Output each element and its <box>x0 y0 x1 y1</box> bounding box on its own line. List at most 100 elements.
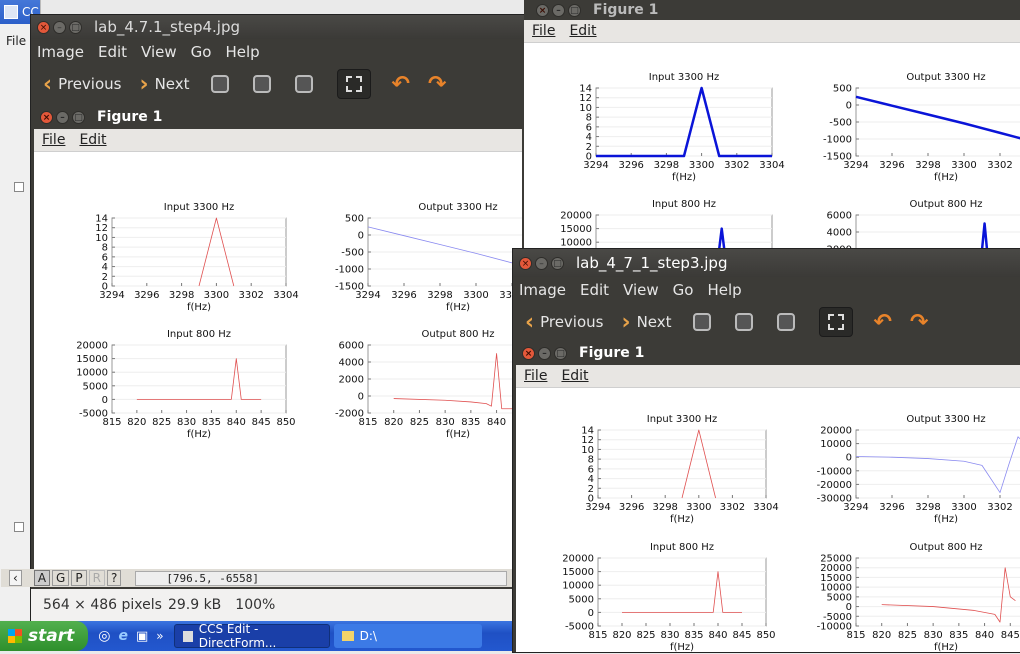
tree-collapse-icon[interactable] <box>14 182 24 192</box>
maximize-icon[interactable]: □ <box>551 256 564 270</box>
zoom-normal-icon[interactable] <box>294 75 313 93</box>
y-tick-label: 4000 <box>339 358 364 369</box>
menu-go[interactable]: Go <box>191 43 212 61</box>
figure-window-controls: × – □ <box>40 110 85 124</box>
x-tick-label: 830 <box>924 630 943 641</box>
close-icon[interactable]: × <box>536 3 549 17</box>
close-icon[interactable]: × <box>519 256 532 270</box>
y-tick-label: -10000 <box>817 466 852 477</box>
minimize-icon[interactable]: – <box>53 20 66 34</box>
taskbar-item-ccs-label: CCS Edit - DirectForm... <box>198 622 277 650</box>
scroll-left-icon[interactable]: ‹ <box>9 570 22 586</box>
taskbar-item-drive[interactable]: D:\ <box>333 624 482 648</box>
chart-step4-input-800: Input 800 Hz-500005000100001500020000815… <box>76 329 295 440</box>
plot-title: Output 3300 Hz <box>906 72 985 83</box>
y-tick-label: 5000 <box>569 594 594 605</box>
minimize-icon[interactable]: – <box>552 3 565 17</box>
zoom-normal-icon[interactable] <box>776 313 795 331</box>
rotate-right-icon[interactable]: ↷ <box>910 310 928 335</box>
menu-edit[interactable]: Edit <box>580 281 609 299</box>
maximize-icon[interactable]: □ <box>568 3 581 17</box>
x-tick-label: 835 <box>461 417 480 428</box>
menu-image[interactable]: Image <box>519 281 566 299</box>
figure-titlebar[interactable]: × – □ Figure 1 <box>524 0 1020 20</box>
ie-icon[interactable]: e <box>118 628 128 644</box>
tree-collapse-icon[interactable] <box>14 522 24 532</box>
figure-menu: File Edit <box>524 20 1020 43</box>
x-tick-label: 835 <box>684 630 703 641</box>
plot-title: Input 800 Hz <box>650 542 714 553</box>
y-tick-label: 8 <box>586 113 592 124</box>
x-axis-label: f(Hz) <box>187 302 211 313</box>
previous-label: Previous <box>58 75 122 93</box>
x-tick-label: 3300 <box>951 160 976 171</box>
y-tick-label: 2 <box>102 272 108 283</box>
menu-bar: Image Edit View Go Help <box>31 39 525 65</box>
x-axis-label: f(Hz) <box>670 642 694 653</box>
window-title: lab_4.7.1_step4.jpg <box>94 18 241 36</box>
overflow-chevron-icon[interactable]: » <box>156 629 163 643</box>
plot-title: Input 3300 Hz <box>164 202 234 213</box>
tab-a[interactable]: A <box>33 570 51 586</box>
x-tick-label: 3296 <box>619 502 644 513</box>
zoom-in-icon[interactable] <box>692 313 711 331</box>
maximize-icon[interactable]: □ <box>69 20 82 34</box>
menu-help[interactable]: Help <box>225 43 259 61</box>
tab-g[interactable]: G <box>52 570 70 586</box>
y-tick-label: 10 <box>581 445 594 456</box>
y-tick-label: 0 <box>846 453 852 464</box>
chart-step4-output-800: Output 800 Hz-20000200040006000815 820 825… <box>335 329 522 440</box>
zoom-out-icon[interactable] <box>734 313 753 331</box>
zoom-in-icon[interactable] <box>210 75 229 93</box>
figure-menu-edit[interactable]: Edit <box>569 23 596 39</box>
x-tick-label: 3300 <box>689 160 714 171</box>
start-button[interactable]: start <box>0 621 89 651</box>
plot-frame <box>597 557 767 627</box>
x-tick-label: 830 <box>177 417 196 428</box>
x-tick-label: 830 <box>436 417 455 428</box>
rotate-right-icon[interactable]: ↷ <box>428 72 446 97</box>
x-axis-label: f(Hz) <box>446 302 470 313</box>
window-titlebar[interactable]: × – □ lab_4.7.1_step4.jpg <box>31 15 525 39</box>
rotate-left-icon[interactable]: ↶ <box>874 310 892 335</box>
figure-menu-edit: Edit <box>561 368 589 384</box>
quicklaunch-icon[interactable]: ▣ <box>136 629 148 644</box>
next-button[interactable]: › Next <box>615 310 677 335</box>
y-tick-label: 500 <box>345 214 364 225</box>
tab-help[interactable]: ? <box>106 570 122 586</box>
zoom-fit-icon[interactable] <box>818 307 853 337</box>
previous-button[interactable]: ‹ Previous <box>37 72 127 97</box>
taskbar-item-ccs[interactable]: CCS Edit - DirectForm... <box>173 622 330 650</box>
zoom-out-icon[interactable] <box>252 75 271 93</box>
y-tick-label: 20000 <box>560 211 592 222</box>
plots-top: Input 3300 Hz 0 2468101214 3294 3296 3298 3300… <box>560 72 1020 251</box>
taskbar: start ◎ e ▣ » CCS Edit - DirectForm... D… <box>0 621 512 651</box>
x-tick-label: 845 <box>1001 630 1020 641</box>
menu-view[interactable]: View <box>623 281 659 299</box>
plot-frame <box>855 429 1020 499</box>
next-button[interactable]: › Next <box>133 72 195 97</box>
x-tick-label: 3294 <box>583 160 608 171</box>
close-icon[interactable]: × <box>37 20 50 34</box>
rotate-left-icon[interactable]: ↶ <box>392 72 410 97</box>
minimize-icon[interactable]: – <box>535 256 548 270</box>
x-tick-label: 815 <box>846 630 865 641</box>
menu-help[interactable]: Help <box>707 281 741 299</box>
window-titlebar[interactable]: × – □ lab_4_7_1_step3.jpg <box>513 249 1020 277</box>
previous-button[interactable]: ‹ Previous <box>519 310 609 335</box>
tab-r[interactable]: R <box>88 570 105 586</box>
menu-image[interactable]: Image <box>37 43 84 61</box>
menu-edit[interactable]: Edit <box>98 43 127 61</box>
maximize-icon: □ <box>554 346 567 360</box>
next-label: Next <box>636 313 672 331</box>
quicklaunch-icon[interactable]: ◎ <box>98 628 110 644</box>
x-tick-label: 3294 <box>843 160 868 171</box>
menu-go[interactable]: Go <box>673 281 694 299</box>
figure-menu-file[interactable]: File <box>532 23 555 39</box>
zoom-fit-icon[interactable] <box>336 69 371 99</box>
chart-step4-output-3300: Output 3300 Hz-1500-1000-50005003294 3296… <box>335 202 522 313</box>
tab-p[interactable]: P <box>71 570 87 586</box>
y-tick-label: 10000 <box>562 581 594 592</box>
x-tick-label: 3304 <box>273 290 298 301</box>
menu-view[interactable]: View <box>141 43 177 61</box>
